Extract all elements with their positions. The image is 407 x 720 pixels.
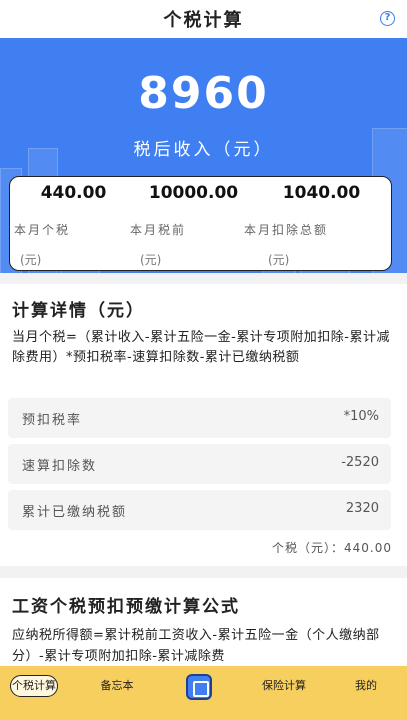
formula-title: 工资个税预扣预缴计算公式 bbox=[12, 597, 240, 617]
tab-notebook[interactable]: 备忘本 bbox=[92, 675, 142, 697]
summary-value: 1040.00 bbox=[282, 183, 361, 203]
summary-unit: (元) bbox=[20, 253, 42, 267]
summary-label: 本月个税 bbox=[14, 223, 71, 237]
tab-mine[interactable]: 我的 bbox=[348, 675, 384, 697]
detail-label: 累计已缴纳税额 bbox=[22, 505, 128, 520]
summary-value: 10000.00 bbox=[148, 183, 239, 203]
tab-tax-calc[interactable]: 个税计算 bbox=[10, 675, 58, 697]
summary-value: 440.00 bbox=[40, 183, 107, 203]
summary-label: 本月税前 bbox=[130, 223, 187, 237]
summary-card: 440.00 本月个税 (元) 10000.00 本月税前 (元) 1040.0… bbox=[9, 176, 392, 271]
detail-row-paid-tax: 累计已缴纳税额 2320 bbox=[8, 490, 391, 530]
after-tax-amount: 8960 bbox=[138, 68, 269, 119]
formula-text: 应纳税所得额=累计税前工资收入-累计五险一金（个人缴纳部分）-累计专项附加扣除-… bbox=[12, 628, 380, 664]
summary-unit: (元) bbox=[140, 253, 162, 267]
calc-details-card: 计算详情（元） 当月个税=（累计收入-累计五险一金-累计专项附加扣除-累计减除费… bbox=[0, 284, 407, 566]
top-bar: 个税计算 ? bbox=[0, 0, 407, 38]
summary-label: 本月扣除总额 bbox=[244, 223, 329, 237]
detail-value: *10% bbox=[343, 409, 379, 424]
summary-item-tax: 440.00 本月个税 (元) bbox=[10, 183, 137, 267]
summary-item-deduction: 1040.00 本月扣除总额 (元) bbox=[244, 183, 385, 267]
after-tax-caption: 税后收入（元） bbox=[133, 140, 274, 160]
detail-label: 速算扣除数 bbox=[22, 459, 98, 474]
detail-value: -2520 bbox=[341, 455, 379, 470]
detail-value: 2320 bbox=[345, 501, 379, 516]
question-circle-icon[interactable]: ? bbox=[380, 11, 395, 26]
bottom-tab-bar: 个税计算 备忘本 保险计算 我的 bbox=[0, 666, 407, 720]
details-title: 计算详情（元） bbox=[12, 301, 145, 321]
detail-row-quick-deduction: 速算扣除数 -2520 bbox=[8, 444, 391, 484]
tab-insurance-calc[interactable]: 保险计算 bbox=[258, 675, 310, 697]
summary-unit: (元) bbox=[268, 253, 290, 267]
detail-label: 预扣税率 bbox=[22, 413, 83, 428]
detail-row-rate: 预扣税率 *10% bbox=[8, 398, 391, 438]
details-formula: 当月个税=（累计收入-累计五险一金-累计专项附加扣除-累计减除费用）*预扣税率-… bbox=[12, 330, 390, 365]
summary-item-pretax: 10000.00 本月税前 (元) bbox=[130, 183, 257, 267]
scan-center-icon[interactable] bbox=[186, 674, 212, 700]
details-total: 个税（元）：440.00 bbox=[272, 541, 392, 555]
page-title: 个税计算 bbox=[163, 10, 244, 31]
